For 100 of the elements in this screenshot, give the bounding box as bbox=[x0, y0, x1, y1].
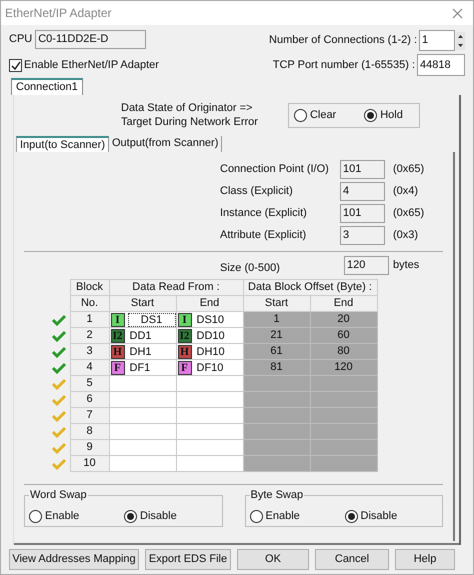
table-cell[interactable]: F DF1 bbox=[109, 360, 176, 376]
column-header: End bbox=[310, 296, 377, 312]
radio-option[interactable]: Disable bbox=[344, 510, 398, 523]
table-cell[interactable]: F DF10 bbox=[176, 360, 243, 376]
enable-checkbox[interactable] bbox=[9, 59, 22, 72]
table-cell: 21 bbox=[243, 328, 310, 344]
table-cell[interactable] bbox=[176, 440, 243, 456]
radio-button[interactable] bbox=[344, 510, 358, 523]
data-state-label: Data State of Originator => bbox=[121, 101, 254, 115]
table-cell: 6 bbox=[70, 392, 109, 408]
size-unit: bytes bbox=[393, 259, 420, 272]
cpu-label: CPU bbox=[9, 33, 32, 46]
table-cell: 81 bbox=[243, 360, 310, 376]
column-header: No. bbox=[70, 296, 109, 312]
table-cell: 20 bbox=[310, 312, 377, 328]
close-icon[interactable] bbox=[452, 8, 463, 18]
table-cell: 61 bbox=[243, 344, 310, 360]
size-field[interactable]: 120 bbox=[344, 256, 389, 275]
group-title: Byte Swap bbox=[250, 488, 304, 502]
radio-option[interactable]: Clear bbox=[294, 108, 336, 122]
dialog-button[interactable]: Export EDS File bbox=[145, 549, 231, 570]
memory-type-tag: H bbox=[178, 344, 192, 358]
table-cell: 8 bbox=[70, 424, 109, 440]
table-cell[interactable]: I DS10 bbox=[176, 312, 243, 328]
window-title: EtherNet/IP Adapter bbox=[5, 6, 112, 20]
dialog-button[interactable]: Cancel bbox=[315, 549, 389, 570]
dialog-button[interactable]: View Addresses Mapping bbox=[9, 549, 139, 570]
table-cell: 80 bbox=[310, 344, 377, 360]
memory-type-tag: I bbox=[178, 312, 192, 326]
connections-label: Number of Connections (1-2) : bbox=[269, 34, 417, 47]
memory-type-tag: I bbox=[110, 312, 124, 326]
table-cell bbox=[243, 456, 310, 472]
table-cell bbox=[243, 408, 310, 424]
tcp-port-label: TCP Port number (1-65535) : bbox=[272, 58, 415, 72]
radio-button[interactable] bbox=[124, 510, 137, 523]
io-tab[interactable]: Input(to Scanner) bbox=[16, 136, 109, 152]
enable-label: Enable EtherNet/IP Adapter bbox=[24, 59, 159, 72]
value-field[interactable]: 3 bbox=[340, 226, 385, 245]
group-title: Word Swap bbox=[29, 488, 88, 502]
table-cell: 1 bbox=[70, 312, 109, 328]
radio-button[interactable] bbox=[29, 510, 42, 523]
table-cell[interactable] bbox=[109, 424, 176, 440]
table-cell bbox=[310, 408, 377, 424]
radio-option[interactable]: Enable bbox=[29, 510, 124, 523]
field-label: Attribute (Explicit) bbox=[220, 229, 308, 242]
table-cell[interactable] bbox=[176, 376, 243, 392]
table-cell[interactable] bbox=[109, 392, 176, 408]
table-cell[interactable] bbox=[109, 408, 176, 424]
column-header: End bbox=[176, 296, 243, 312]
table-cell bbox=[243, 376, 310, 392]
table-cell: 10 bbox=[70, 456, 109, 472]
hex-value: (0x65) bbox=[393, 207, 424, 220]
connection-tab[interactable]: Connection1 bbox=[11, 78, 83, 95]
table-cell[interactable] bbox=[176, 456, 243, 472]
radio-option[interactable]: Enable bbox=[250, 510, 344, 523]
radio-button[interactable] bbox=[364, 108, 378, 122]
table-cell[interactable]: I2 DD10 bbox=[176, 328, 243, 344]
radio-option[interactable]: Hold bbox=[364, 108, 403, 122]
table-cell: 2 bbox=[70, 328, 109, 344]
dialog-button[interactable]: Help bbox=[395, 549, 455, 570]
column-header: Start bbox=[109, 296, 176, 312]
table-cell[interactable]: I DS1 bbox=[109, 312, 176, 328]
tcp-port-field[interactable]: 44818 bbox=[417, 54, 465, 76]
radio-button[interactable] bbox=[250, 510, 262, 523]
table-cell bbox=[243, 440, 310, 456]
table-cell bbox=[310, 440, 377, 456]
hex-value: (0x3) bbox=[393, 229, 418, 242]
table-cell bbox=[310, 424, 377, 440]
field-label: Class (Explicit) bbox=[220, 185, 294, 198]
memory-type-tag: I2 bbox=[110, 328, 124, 342]
value-field[interactable]: 4 bbox=[340, 182, 385, 201]
table-cell[interactable] bbox=[109, 440, 176, 456]
table-cell[interactable] bbox=[176, 392, 243, 408]
table-cell[interactable]: H DH10 bbox=[176, 344, 243, 360]
table-cell: 5 bbox=[70, 376, 109, 392]
table-cell[interactable] bbox=[109, 456, 176, 472]
table-cell bbox=[310, 376, 377, 392]
radio-button[interactable] bbox=[294, 108, 307, 122]
table-cell bbox=[310, 392, 377, 408]
memory-type-tag: H bbox=[110, 344, 124, 358]
spin-up-icon[interactable] bbox=[456, 32, 465, 40]
table-cell: 9 bbox=[70, 440, 109, 456]
column-header: Data Read From : bbox=[109, 280, 243, 296]
table-cell: 4 bbox=[70, 360, 109, 376]
table-cell[interactable]: H DH1 bbox=[109, 344, 176, 360]
table-cell: 7 bbox=[70, 408, 109, 424]
table-cell[interactable] bbox=[176, 408, 243, 424]
value-field[interactable]: 101 bbox=[340, 160, 385, 179]
column-header: Data Block Offset (Byte) : bbox=[243, 280, 377, 296]
field-label: Connection Point (I/O) bbox=[220, 163, 330, 176]
table-cell[interactable]: I2 DD1 bbox=[109, 328, 176, 344]
table-cell[interactable] bbox=[109, 376, 176, 392]
table-cell: 120 bbox=[310, 360, 377, 376]
value-field[interactable]: 101 bbox=[340, 204, 385, 223]
dialog-button[interactable]: OK bbox=[237, 549, 309, 570]
radio-option[interactable]: Disable bbox=[124, 510, 177, 523]
table-cell: 1 bbox=[243, 312, 310, 328]
table-cell[interactable] bbox=[176, 424, 243, 440]
column-header: Start bbox=[243, 296, 310, 312]
size-label: Size (0-500) bbox=[220, 261, 281, 275]
